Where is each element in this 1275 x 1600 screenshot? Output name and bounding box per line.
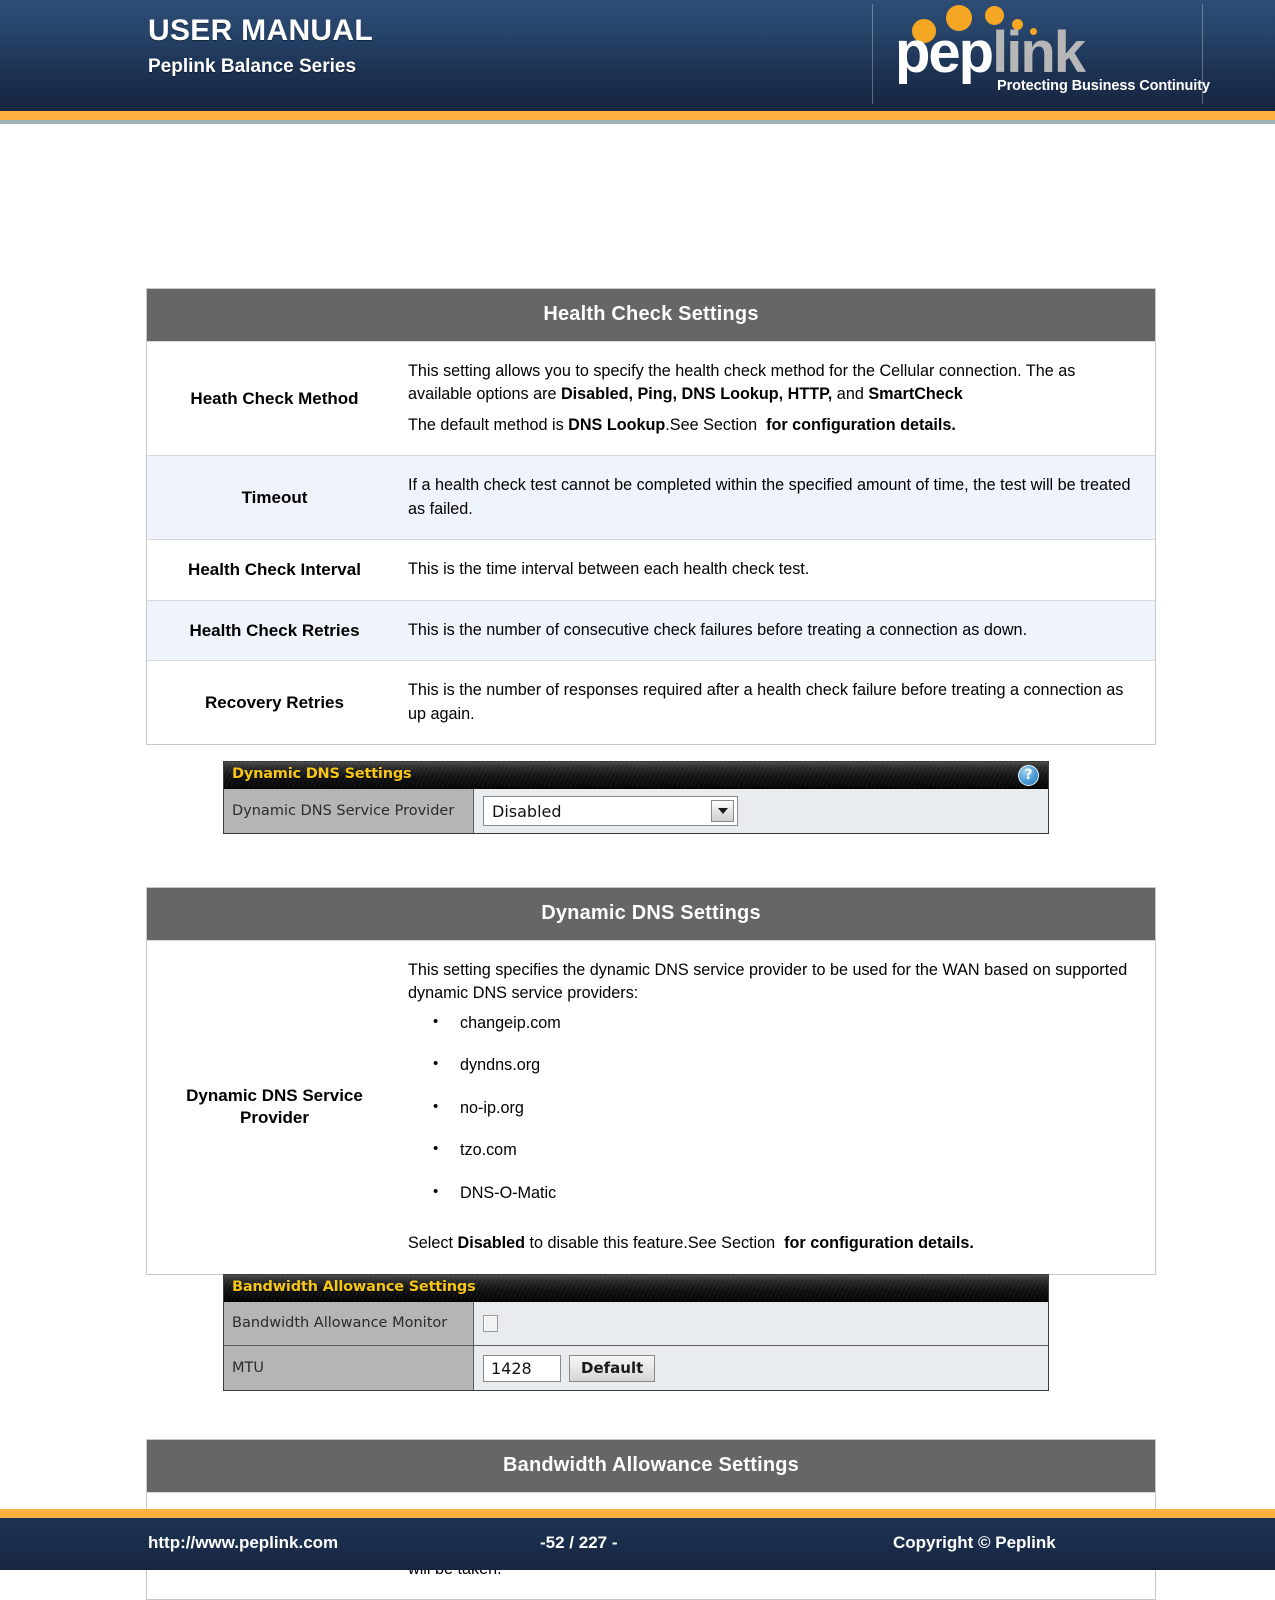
dynamic-dns-settings-table: Dynamic DNS Settings Dynamic DNS Service… — [146, 887, 1156, 1275]
row-description: This is the number of responses required… — [402, 661, 1155, 744]
row-label: Recovery Retries — [205, 692, 344, 712]
question-mark-icon[interactable]: ? — [1018, 765, 1039, 786]
widget-title: Bandwidth Allowance Settings — [232, 1279, 476, 1295]
widget-row-label: Bandwidth Allowance Monitor — [224, 1302, 474, 1345]
mtu-input[interactable]: 1428 — [483, 1354, 561, 1382]
paragraph: The default method is DNS Lookup.See Sec… — [408, 415, 956, 434]
list-item: tzo.com — [433, 1140, 1135, 1160]
table-row: Dynamic DNS Service Provider This settin… — [147, 940, 1155, 1274]
widget-row-field: Disabled — [474, 789, 1048, 833]
list-item: no-ip.org — [433, 1098, 1135, 1118]
header-accent-rule — [0, 111, 1275, 120]
table-row: Timeout If a health check test cannot be… — [147, 455, 1155, 540]
row-description: If a health check test cannot be complet… — [402, 456, 1155, 539]
widget-row-field: 1428 Default — [474, 1346, 1048, 1390]
row-label: Health Check Retries — [189, 620, 360, 640]
widget-row-label: MTU — [224, 1346, 474, 1390]
row-description: This is the number of consecutive check … — [402, 601, 1155, 660]
row-description: This is the time interval between each h… — [402, 540, 1155, 599]
list-item: DNS-O-Matic — [433, 1183, 1135, 1203]
peplink-logo: peplink Protecting Business Continuity — [885, 2, 1210, 107]
table-title: Dynamic DNS Settings — [147, 888, 1155, 940]
row-label: Dynamic DNS Service Provider — [186, 1086, 363, 1128]
paragraph: Select Disabled to disable this feature.… — [408, 1234, 974, 1253]
row-description: This setting specifies the dynamic DNS s… — [402, 941, 1155, 1274]
widget-row-bandwidth-monitor: Bandwidth Allowance Monitor — [224, 1302, 1048, 1346]
footer-website-link[interactable]: http://www.peplink.com — [148, 1533, 338, 1553]
header-secondary-rule — [0, 120, 1275, 124]
table-row: Health Check Retries This is the number … — [147, 599, 1155, 661]
page-subtitle: Peplink Balance Series — [148, 56, 357, 77]
ddns-provider-select-value: Disabled — [492, 801, 562, 821]
paragraph: If a health check test cannot be complet… — [408, 476, 1131, 518]
row-label: Health Check Interval — [188, 560, 361, 580]
widget-row-service-provider: Dynamic DNS Service Provider Disabled — [224, 789, 1048, 833]
footer-accent-rule — [0, 1509, 1275, 1518]
paragraph: This is the number of responses required… — [408, 681, 1124, 723]
table-row: Heath Check Method This setting allows y… — [147, 341, 1155, 455]
list-item: dyndns.org — [433, 1055, 1135, 1075]
page-title: USER MANUAL — [148, 14, 373, 47]
footer-page-number: -52 / 227 - — [540, 1533, 618, 1552]
logo-wordmark: peplink — [895, 24, 1086, 82]
table-title: Health Check Settings — [147, 289, 1155, 341]
health-check-settings-table: Health Check Settings Heath Check Method… — [146, 288, 1156, 746]
row-label: Timeout — [241, 487, 308, 507]
bandwidth-allowance-settings-widget: Bandwidth Allowance Settings Bandwidth A… — [223, 1274, 1049, 1391]
widget-row-label: Dynamic DNS Service Provider — [224, 789, 474, 833]
row-label: Heath Check Method — [190, 388, 359, 408]
widget-row-field — [474, 1302, 1048, 1345]
footer-copyright: Copyright © Peplink — [893, 1533, 1056, 1552]
list-item: changeip.com — [433, 1013, 1135, 1033]
paragraph: This setting specifies the dynamic DNS s… — [408, 961, 1128, 1003]
paragraph: This setting allows you to specify the h… — [408, 362, 1076, 404]
dynamic-dns-settings-widget: Dynamic DNS Settings ? Dynamic DNS Servi… — [223, 761, 1049, 834]
paragraph: This is the time interval between each h… — [408, 560, 810, 579]
widget-title: Dynamic DNS Settings — [232, 766, 412, 782]
ddns-provider-select[interactable]: Disabled — [483, 796, 738, 826]
widget-header: Dynamic DNS Settings ? — [224, 762, 1048, 789]
logo-tagline: Protecting Business Continuity — [997, 78, 1210, 94]
header-divider-left — [872, 4, 873, 104]
provider-list: changeip.com dyndns.org no-ip.org tzo.co… — [408, 1013, 1135, 1226]
page-header: USER MANUAL Peplink Balance Series pepli… — [0, 0, 1275, 111]
widget-row-mtu: MTU 1428 Default — [224, 1346, 1048, 1390]
footer-bar: http://www.peplink.com -52 / 227 - Copyr… — [0, 1518, 1275, 1570]
table-row: Recovery Retries This is the number of r… — [147, 660, 1155, 744]
table-row: Health Check Interval This is the time i… — [147, 539, 1155, 599]
mtu-default-button[interactable]: Default — [569, 1354, 656, 1382]
table-title: Bandwidth Allowance Settings — [147, 1440, 1155, 1492]
logo-word-link: link — [992, 20, 1086, 85]
paragraph: This is the number of consecutive check … — [408, 620, 1028, 639]
chevron-down-icon[interactable] — [711, 800, 734, 822]
logo-word-pep: pep — [895, 20, 994, 85]
bandwidth-monitor-checkbox[interactable] — [483, 1315, 498, 1332]
widget-header: Bandwidth Allowance Settings — [224, 1275, 1048, 1302]
row-description: This setting allows you to specify the h… — [402, 342, 1155, 455]
header-title-block: USER MANUAL Peplink Balance Series — [148, 14, 373, 78]
page-footer: http://www.peplink.com -52 / 227 - Copyr… — [0, 1509, 1275, 1570]
